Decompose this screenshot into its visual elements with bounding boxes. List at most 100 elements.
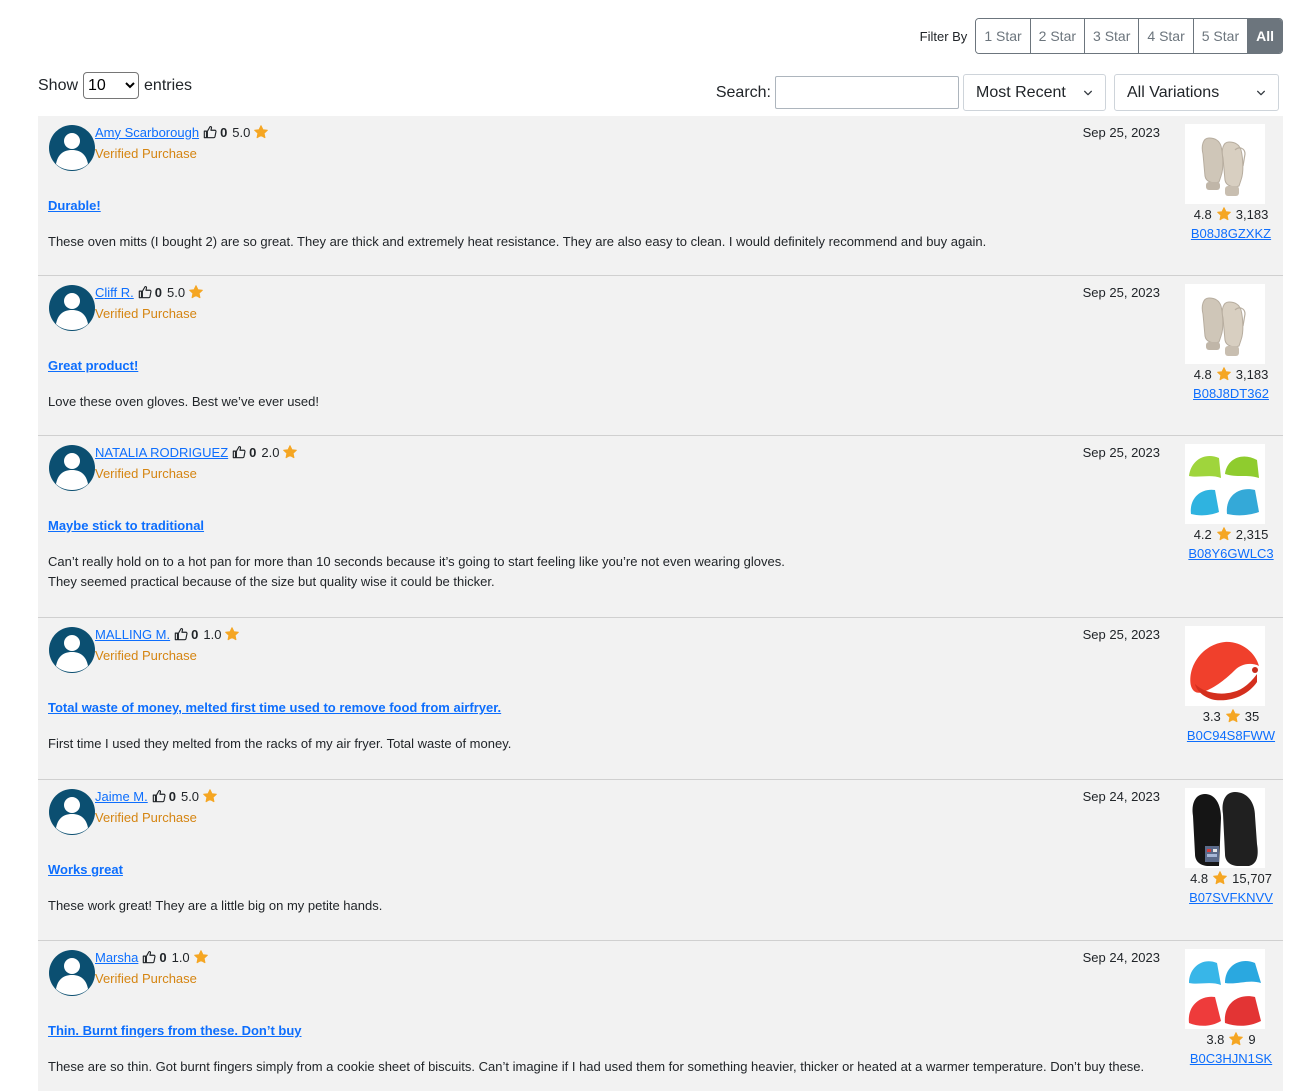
like-count: 0	[168, 788, 176, 804]
product-image-green-blue-pinch-mitts[interactable]	[1185, 444, 1265, 524]
review-title-link[interactable]: Total waste of money, melted first time …	[48, 700, 501, 715]
verified-purchase-label: Verified Purchase	[95, 466, 197, 481]
product-card: 4.2 2,315 B08Y6GWLC3	[1179, 444, 1283, 563]
product-review-count: 3,183	[1235, 366, 1269, 382]
author-link[interactable]: Cliff R.	[95, 285, 134, 300]
filter-1-star-button[interactable]: 1 Star	[976, 19, 1030, 53]
star-icon	[253, 124, 269, 140]
product-rating: 4.8	[1190, 870, 1209, 886]
review-date: Sep 25, 2023	[1082, 627, 1160, 642]
author-link[interactable]: NATALIA RODRIGUEZ	[95, 445, 228, 460]
thumbs-up-icon[interactable]	[152, 789, 166, 803]
avatar-icon	[48, 788, 96, 836]
author-link[interactable]: Jaime M.	[95, 789, 148, 804]
thumbs-up-icon[interactable]	[203, 125, 217, 139]
product-image-beige-oven-mitts[interactable]	[1185, 284, 1265, 364]
filter-5-star-button[interactable]: 5 Star	[1192, 19, 1248, 53]
product-image-red-pinch-mitt[interactable]	[1185, 626, 1265, 706]
review-header: Cliff R. 0 5.0	[95, 284, 204, 300]
product-rating: 4.8	[1193, 206, 1212, 222]
star-icon	[1216, 366, 1232, 382]
avatar-icon	[48, 444, 96, 492]
verified-purchase-label: Verified Purchase	[95, 306, 197, 321]
review-body-line: First time I used they melted from the r…	[48, 736, 512, 751]
product-review-count: 9	[1248, 1031, 1256, 1047]
like-count: 0	[220, 124, 228, 140]
product-asin-link[interactable]: B0C3HJN1SK	[1190, 1051, 1272, 1066]
product-rating: 3.3	[1202, 708, 1221, 724]
variations-selected: All Variations	[1127, 83, 1220, 101]
verified-purchase-label: Verified Purchase	[95, 648, 197, 663]
product-stats: 4.8 3,183	[1179, 206, 1283, 222]
filter-all-button[interactable]: All	[1247, 19, 1282, 53]
thumbs-up-icon[interactable]	[232, 445, 246, 459]
review-header: Amy Scarborough 0 5.0	[95, 124, 269, 140]
star-filter-group: 1 Star 2 Star 3 Star 4 Star 5 Star All	[975, 18, 1283, 54]
product-image-beige-oven-mitts[interactable]	[1185, 124, 1265, 204]
verified-purchase-label: Verified Purchase	[95, 146, 197, 161]
product-rating: 3.8	[1206, 1031, 1225, 1047]
filter-bar: Filter By 1 Star 2 Star 3 Star 4 Star 5 …	[920, 18, 1283, 54]
review-body: First time I used they melted from the r…	[48, 734, 1158, 754]
star-icon	[282, 444, 298, 460]
star-icon	[1216, 526, 1232, 542]
review-body-line: Love these oven gloves. Best we’ve ever …	[48, 394, 319, 409]
like-count: 0	[249, 444, 257, 460]
sort-dropdown[interactable]: Most Recent	[963, 74, 1106, 111]
filter-label: Filter By	[919, 28, 968, 44]
review-row: MALLING M. 0 1.0 Verified Purchase Sep 2…	[38, 618, 1283, 780]
author-link[interactable]: Amy Scarborough	[95, 125, 199, 140]
review-body-line: Can’t really hold on to a hot pan for mo…	[48, 554, 785, 569]
author-link[interactable]: MALLING M.	[95, 627, 170, 642]
product-rating: 4.2	[1193, 526, 1212, 542]
entries-per-page-select[interactable]: 10	[83, 72, 140, 99]
review-title-link[interactable]: Durable!	[48, 198, 101, 213]
show-label: Show	[38, 76, 79, 94]
star-icon	[193, 949, 209, 965]
thumbs-up-icon[interactable]	[138, 285, 152, 299]
verified-purchase-label: Verified Purchase	[95, 971, 197, 986]
review-body-line: These are so thin. Got burnt fingers sim…	[48, 1059, 1145, 1074]
product-asin-link[interactable]: B0C94S8FWW	[1187, 728, 1275, 743]
review-title-link[interactable]: Works great	[48, 862, 123, 877]
review-rating: 5.0	[167, 284, 186, 300]
review-row: Cliff R. 0 5.0 Verified Purchase Sep 25,…	[38, 276, 1283, 436]
show-entries: Show 10 entries	[38, 72, 192, 99]
review-body-line: These work great! They are a little big …	[48, 898, 383, 913]
review-row: Amy Scarborough 0 5.0 Verified Purchase …	[38, 116, 1283, 276]
thumbs-up-icon[interactable]	[174, 627, 188, 641]
product-card: 3.8 9 B0C3HJN1SK	[1179, 949, 1283, 1068]
filter-4-star-button[interactable]: 4 Star	[1138, 19, 1193, 53]
entries-label: entries	[144, 76, 193, 94]
review-row: NATALIA RODRIGUEZ 0 2.0 Verified Purchas…	[38, 436, 1283, 618]
review-body: These work great! They are a little big …	[48, 896, 1158, 916]
product-image-black-oven-mitts[interactable]	[1185, 788, 1265, 868]
product-asin-link[interactable]: B08J8GZXKZ	[1191, 226, 1271, 241]
review-title-link[interactable]: Thin. Burnt fingers from these. Don’t bu…	[48, 1023, 302, 1038]
thumbs-up-icon[interactable]	[142, 950, 156, 964]
filter-2-star-button[interactable]: 2 Star	[1029, 19, 1085, 53]
review-date: Sep 24, 2023	[1082, 789, 1160, 804]
sort-selected: Most Recent	[976, 83, 1066, 101]
product-card: 4.8 15,707 B07SVFKNVV	[1179, 788, 1283, 907]
review-title-link[interactable]: Maybe stick to traditional	[48, 518, 204, 533]
product-asin-link[interactable]: B08Y6GWLC3	[1188, 546, 1273, 561]
review-rating: 5.0	[232, 124, 251, 140]
star-icon	[224, 626, 240, 642]
product-asin-link[interactable]: B07SVFKNVV	[1189, 890, 1273, 905]
author-link[interactable]: Marsha	[95, 950, 138, 965]
review-body: These oven mitts (I bought 2) are so gre…	[48, 232, 1158, 252]
review-title-link[interactable]: Great product!	[48, 358, 138, 373]
like-count: 0	[154, 284, 162, 300]
review-row: Marsha 0 1.0 Verified Purchase Sep 24, 2…	[38, 941, 1283, 1091]
product-image-blue-red-pinch-mitts[interactable]	[1185, 949, 1265, 1029]
review-date: Sep 25, 2023	[1082, 285, 1160, 300]
search-row: Search: Most Recent All Variations	[716, 74, 1279, 111]
search-input[interactable]	[775, 76, 959, 109]
star-icon	[1225, 708, 1241, 724]
product-asin-link[interactable]: B08J8DT362	[1193, 386, 1269, 401]
star-icon	[1228, 1031, 1244, 1047]
variations-dropdown[interactable]: All Variations	[1114, 74, 1279, 111]
product-stats: 3.8 9	[1179, 1031, 1283, 1047]
filter-3-star-button[interactable]: 3 Star	[1084, 19, 1139, 53]
